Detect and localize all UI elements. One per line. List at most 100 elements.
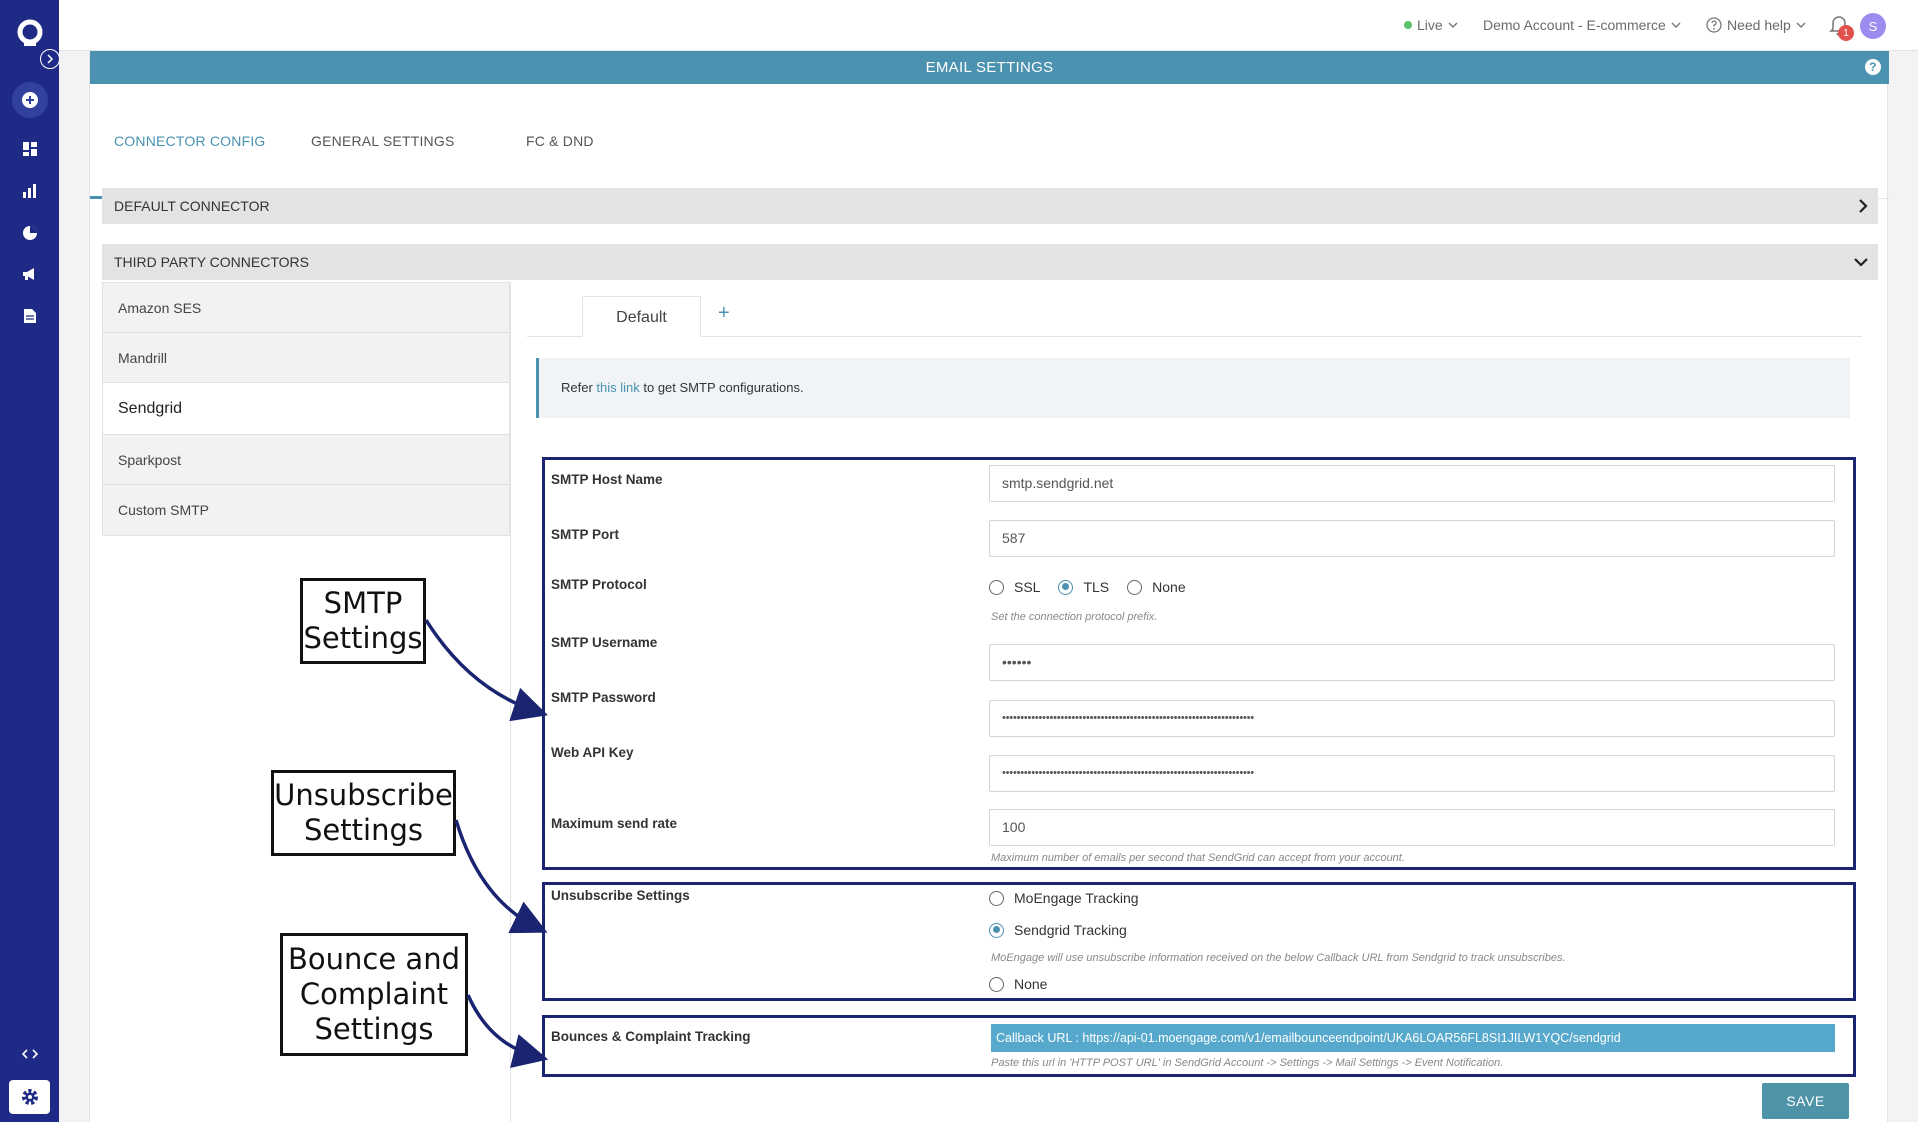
campaigns-megaphone-icon[interactable] bbox=[19, 263, 41, 285]
max-send-rate-hint: Maximum number of emails per second that… bbox=[991, 852, 1405, 864]
callout-unsub-line2: Settings bbox=[304, 813, 423, 847]
segments-pie-icon[interactable] bbox=[19, 222, 41, 244]
left-sidebar bbox=[0, 0, 60, 1122]
unsubscribe-settings-callout: Unsubscribe Settings bbox=[271, 770, 456, 856]
default-connector-title: DEFAULT CONNECTOR bbox=[114, 198, 270, 214]
web-api-key-input[interactable]: ••••••••••••••••••••••••••••••••••••••••… bbox=[989, 755, 1835, 792]
smtp-protocol-label: SMTP Protocol bbox=[551, 577, 647, 592]
smtp-host-label: SMTP Host Name bbox=[551, 472, 663, 487]
protocol-none-label: None bbox=[1152, 579, 1186, 595]
bounce-settings-callout: Bounce and Complaint Settings bbox=[280, 933, 468, 1056]
expand-sidebar-icon[interactable] bbox=[40, 49, 60, 69]
protocol-tls-radio[interactable] bbox=[1058, 579, 1074, 595]
bounces-tracking-label: Bounces & Complaint Tracking bbox=[551, 1029, 751, 1044]
info-prefix: Refer bbox=[561, 380, 597, 395]
tab-fc-dnd[interactable]: FC & DND bbox=[526, 133, 594, 149]
callout-smtp-line1: SMTP bbox=[323, 586, 403, 621]
content-document-icon[interactable] bbox=[19, 305, 41, 327]
smtp-password-label: SMTP Password bbox=[551, 690, 656, 705]
protocol-hint: Set the connection protocol prefix. bbox=[991, 611, 1158, 623]
page-title: EMAIL SETTINGS bbox=[925, 59, 1054, 76]
subtab-default[interactable]: Default bbox=[582, 296, 701, 337]
tab-general-settings[interactable]: GENERAL SETTINGS bbox=[311, 133, 455, 149]
connector-item-sendgrid[interactable]: Sendgrid bbox=[103, 383, 509, 435]
protocol-none-radio[interactable] bbox=[1127, 579, 1143, 595]
developer-code-icon[interactable] bbox=[19, 1043, 41, 1065]
save-button[interactable]: SAVE bbox=[1762, 1083, 1849, 1119]
max-send-rate-label: Maximum send rate bbox=[551, 816, 678, 831]
smtp-settings-callout: SMTP Settings bbox=[300, 578, 426, 664]
help-circle-icon bbox=[1706, 17, 1722, 33]
chevron-down-icon bbox=[1671, 22, 1681, 28]
live-status-dot bbox=[1404, 21, 1412, 29]
max-send-rate-input[interactable]: 100 bbox=[989, 809, 1835, 846]
connector-list: Amazon SES Mandrill Sendgrid Sparkpost C… bbox=[102, 282, 510, 536]
protocol-ssl-radio[interactable] bbox=[989, 579, 1004, 595]
live-label: Live bbox=[1417, 17, 1443, 33]
callout-smtp-line2: Settings bbox=[303, 621, 423, 655]
smtp-port-label: SMTP Port bbox=[551, 527, 620, 542]
bounces-hint: Paste this url in 'HTTP POST URL' in Sen… bbox=[991, 1057, 1504, 1069]
callout-unsub-line1: Unsubscribe bbox=[274, 778, 453, 813]
unsubscribe-settings-label: Unsubscribe Settings bbox=[551, 888, 690, 903]
unsub-sendgrid-radio[interactable] bbox=[989, 922, 1004, 938]
smtp-password-input[interactable]: ••••••••••••••••••••••••••••••••••••••••… bbox=[989, 700, 1835, 737]
smtp-protocol-radio-group: SSL TLS None bbox=[989, 579, 1204, 595]
smtp-port-input[interactable]: 587 bbox=[989, 520, 1835, 557]
callback-url-field[interactable]: Callback URL : https://api-01.moengage.c… bbox=[991, 1024, 1835, 1052]
smtp-username-input[interactable]: •••••• bbox=[989, 644, 1835, 681]
third-party-connectors-title: THIRD PARTY CONNECTORS bbox=[114, 254, 309, 270]
unsub-sendgrid-label: Sendgrid Tracking bbox=[1014, 922, 1127, 938]
create-plus-icon[interactable] bbox=[12, 82, 48, 118]
chevron-down-icon bbox=[1854, 258, 1868, 267]
default-connector-header[interactable]: DEFAULT CONNECTOR bbox=[102, 188, 1878, 224]
web-api-key-label: Web API Key bbox=[551, 745, 634, 760]
user-avatar[interactable]: S bbox=[1860, 13, 1886, 39]
settings-tabs: CONNECTOR CONFIG GENERAL SETTINGS FC & D… bbox=[90, 84, 1889, 199]
unsub-none-label: None bbox=[1014, 976, 1048, 992]
notification-count-badge: 1 bbox=[1838, 25, 1854, 41]
callout-bounce-line1: Bounce and bbox=[288, 942, 460, 977]
need-help-menu[interactable]: Need help bbox=[1706, 17, 1806, 33]
connector-item-custom-smtp[interactable]: Custom SMTP bbox=[103, 485, 509, 535]
smtp-config-link[interactable]: this link bbox=[596, 380, 639, 395]
unsub-none-radio[interactable] bbox=[989, 976, 1004, 992]
account-label: Demo Account - E-commerce bbox=[1483, 17, 1666, 33]
protocol-ssl-label: SSL bbox=[1014, 579, 1041, 595]
connector-item-mandrill[interactable]: Mandrill bbox=[103, 333, 509, 383]
page-help-icon[interactable]: ? bbox=[1865, 59, 1881, 75]
smtp-username-label: SMTP Username bbox=[551, 635, 658, 650]
top-bar: Live Demo Account - E-commerce Need help bbox=[59, 0, 1918, 51]
chevron-right-icon bbox=[1859, 199, 1868, 213]
third-party-connectors-header[interactable]: THIRD PARTY CONNECTORS bbox=[102, 244, 1878, 280]
unsub-none-option: None bbox=[989, 976, 1065, 992]
info-box: Refer this link to get SMTP configuratio… bbox=[536, 358, 1850, 418]
connector-item-amazon-ses[interactable]: Amazon SES bbox=[103, 283, 509, 333]
dashboard-icon[interactable] bbox=[19, 138, 41, 160]
page-title-bar: EMAIL SETTINGS ? bbox=[90, 51, 1889, 84]
analytics-icon[interactable] bbox=[19, 180, 41, 202]
tab-connector-config[interactable]: CONNECTOR CONFIG bbox=[114, 133, 266, 149]
settings-gear-icon[interactable] bbox=[9, 1080, 50, 1114]
need-help-label: Need help bbox=[1727, 17, 1791, 33]
callout-bounce-line2: Complaint bbox=[299, 977, 449, 1012]
chevron-down-icon bbox=[1796, 22, 1806, 28]
unsub-sendgrid-option: Sendgrid Tracking bbox=[989, 922, 1145, 938]
logo-icon[interactable] bbox=[15, 18, 45, 48]
add-subtab-plus-icon[interactable]: + bbox=[718, 302, 730, 325]
account-selector[interactable]: Demo Account - E-commerce bbox=[1483, 17, 1681, 33]
unsub-moengage-label: MoEngage Tracking bbox=[1014, 890, 1139, 906]
info-suffix: to get SMTP configurations. bbox=[639, 380, 804, 395]
subtabs-baseline bbox=[527, 336, 1862, 337]
unsub-moengage-radio[interactable] bbox=[989, 890, 1004, 906]
unsub-hint: MoEngage will use unsubscribe informatio… bbox=[991, 952, 1566, 964]
connector-item-sparkpost[interactable]: Sparkpost bbox=[103, 435, 509, 485]
chevron-down-icon bbox=[1448, 22, 1458, 28]
panel-divider bbox=[510, 282, 511, 1122]
callout-bounce-line3: Settings bbox=[314, 1011, 434, 1046]
unsub-moengage-option: MoEngage Tracking bbox=[989, 890, 1157, 906]
app-root: Live Demo Account - E-commerce Need help… bbox=[0, 0, 1918, 1122]
live-environment-selector[interactable]: Live bbox=[1404, 17, 1458, 33]
smtp-host-input[interactable]: smtp.sendgrid.net bbox=[989, 465, 1835, 502]
protocol-tls-label: TLS bbox=[1083, 579, 1110, 595]
